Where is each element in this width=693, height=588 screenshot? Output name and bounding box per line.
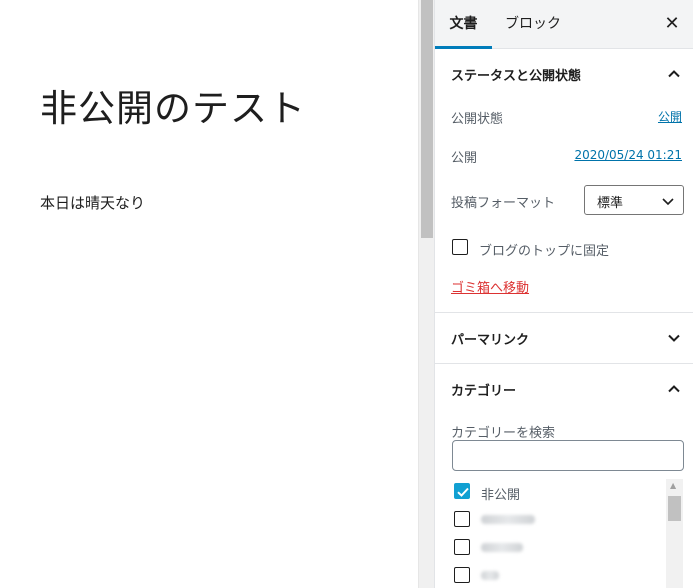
settings-sidebar: 文書 ブロック ✕ ステータスと公開状態 公開状態 公開 公開 2020/05/… (434, 0, 693, 588)
category-label: 非公開 (481, 488, 521, 503)
post-format-select[interactable]: 標準 (584, 185, 684, 215)
scroll-up-arrow-icon[interactable]: ▲ (670, 481, 676, 491)
visibility-toggle-link[interactable]: 公開 (658, 108, 682, 125)
category-search-input[interactable] (452, 440, 684, 471)
post-format-value: 標準 (597, 196, 624, 211)
publish-date-link[interactable]: 2020/05/24 01:21 (574, 148, 682, 162)
checkmark-icon (457, 487, 469, 497)
chevron-down-icon (662, 198, 674, 206)
publish-label: 公開 (451, 151, 478, 166)
category-panel-header[interactable]: カテゴリー (435, 364, 693, 414)
sidebar-tabs: 文書 ブロック ✕ (435, 0, 693, 49)
visibility-label: 公開状態 (451, 112, 504, 127)
move-to-trash-link[interactable]: ゴミ箱へ移動 (451, 277, 529, 296)
category-checkbox[interactable] (454, 567, 470, 583)
category-panel-title: カテゴリー (451, 384, 517, 399)
editor-scrollbar[interactable] (418, 0, 434, 588)
category-checkbox[interactable] (454, 483, 470, 499)
permalink-panel-header[interactable]: パーマリンク (435, 313, 693, 363)
category-label-obscured (481, 543, 523, 552)
sticky-checkbox[interactable] (452, 239, 468, 255)
tab-document[interactable]: 文書 (435, 0, 492, 49)
post-paragraph[interactable]: 本日は晴天なり (40, 192, 145, 213)
close-icon[interactable]: ✕ (662, 14, 682, 34)
category-label-obscured (481, 515, 535, 524)
category-label-obscured (481, 571, 499, 580)
tab-block[interactable]: ブロック (505, 0, 561, 49)
category-checkbox[interactable] (454, 511, 470, 527)
category-scrollbar-thumb[interactable] (668, 496, 681, 521)
status-panel-header[interactable]: ステータスと公開状態 (435, 49, 693, 99)
permalink-panel-title: パーマリンク (451, 333, 530, 348)
chevron-up-icon (668, 385, 680, 393)
post-format-label: 投稿フォーマット (451, 196, 556, 211)
editor-canvas[interactable]: 非公開のテスト 本日は晴天なり (0, 0, 418, 588)
category-list-scrollbar[interactable]: ▲ (666, 479, 683, 588)
chevron-up-icon (668, 70, 680, 78)
editor-scrollbar-thumb[interactable] (421, 0, 433, 238)
category-checkbox[interactable] (454, 539, 470, 555)
category-search-label: カテゴリーを検索 (451, 426, 556, 441)
status-panel-title: ステータスと公開状態 (451, 69, 582, 84)
post-title[interactable]: 非公開のテスト (40, 78, 306, 132)
chevron-down-icon (668, 334, 680, 342)
sticky-label: ブログのトップに固定 (479, 244, 610, 259)
